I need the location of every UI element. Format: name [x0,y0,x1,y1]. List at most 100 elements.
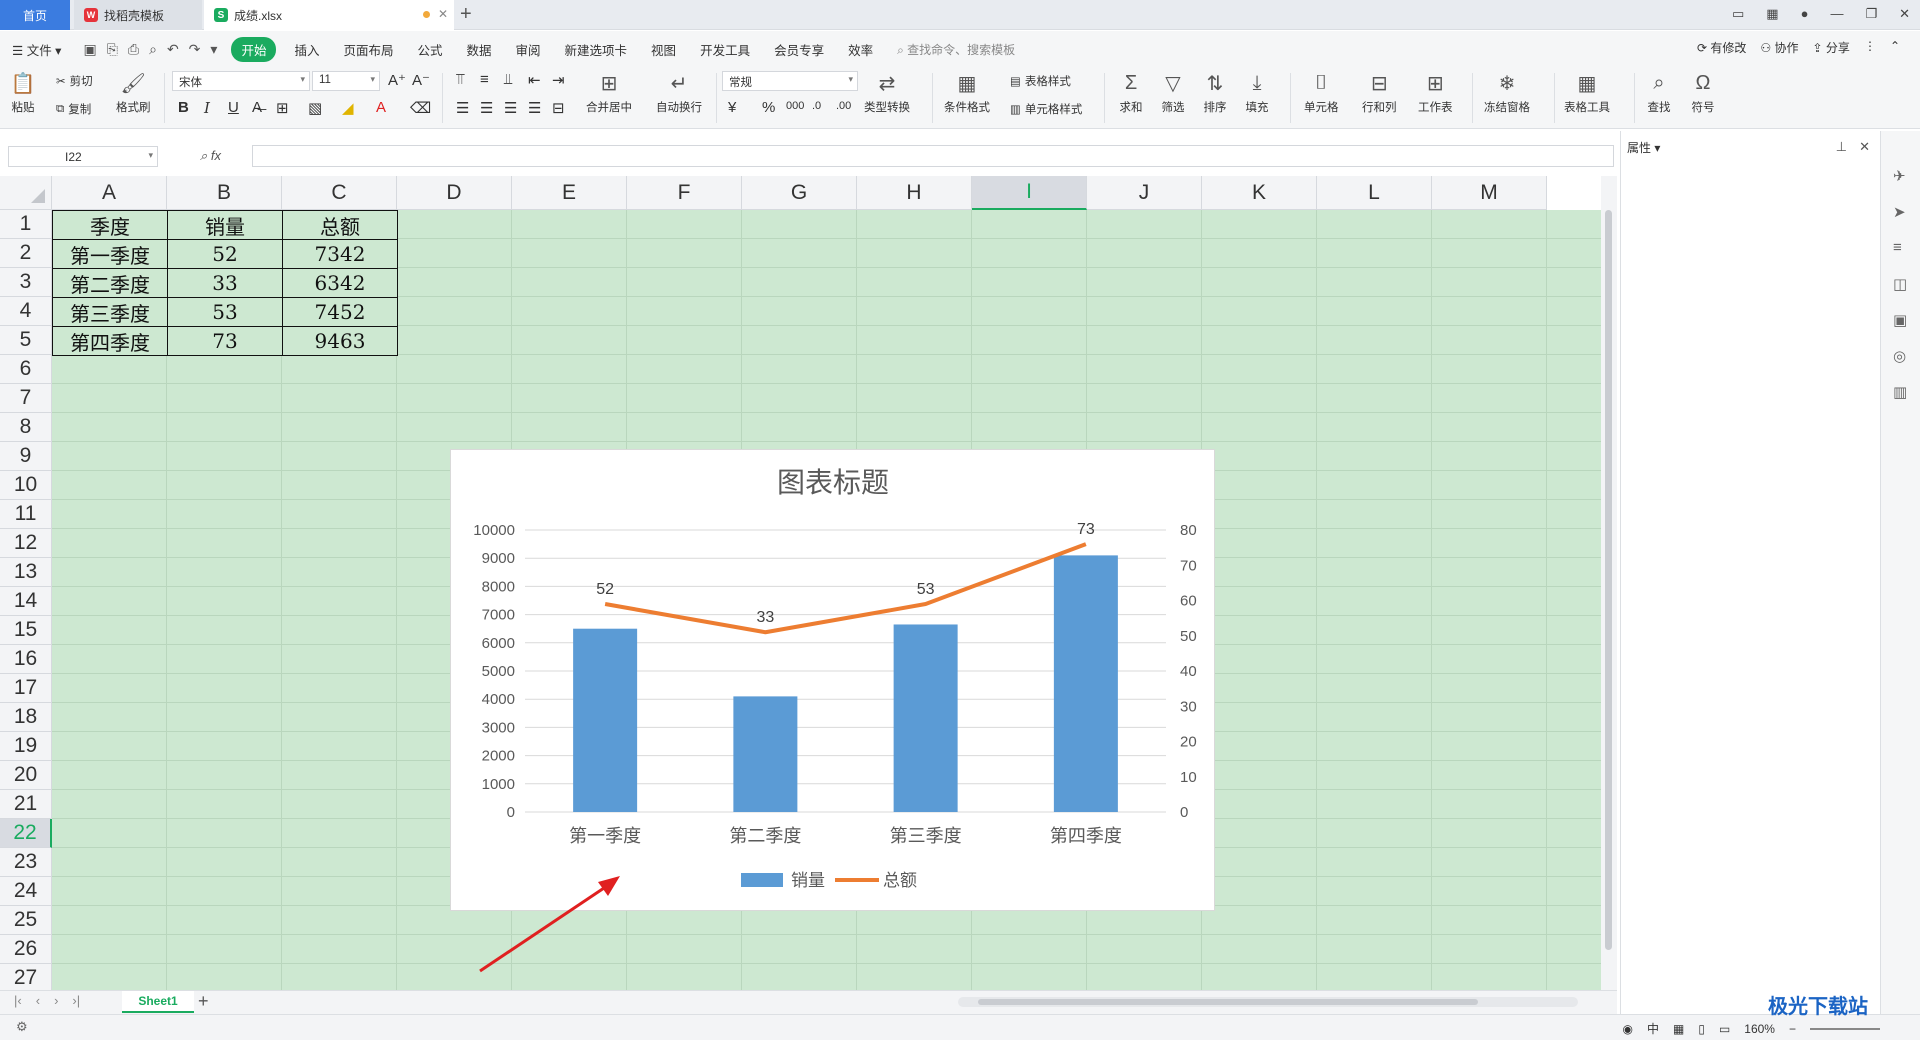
row-header-12[interactable]: 12 [0,529,52,558]
column-header-K[interactable]: K [1202,176,1317,210]
fill-button[interactable]: ⤓ 填充 [1244,71,1270,115]
row-header-3[interactable]: 3 [0,268,52,297]
new-tab-button[interactable]: + [460,3,472,26]
column-header-A[interactable]: A [52,176,167,210]
row-header-26[interactable]: 26 [0,935,52,964]
pin-icon[interactable]: ⊥ [1836,139,1847,155]
align-middle-icon[interactable]: ≡ [480,71,489,88]
row-header-2[interactable]: 2 [0,239,52,268]
worksheet-button[interactable]: ⊞ 工作表 [1418,71,1453,115]
cell-button[interactable]: ⌷ 单元格 [1304,71,1339,115]
column-header-E[interactable]: E [512,176,627,210]
add-sheet-button[interactable]: + [198,991,209,1012]
row-header-19[interactable]: 19 [0,732,52,761]
row-header-24[interactable]: 24 [0,877,52,906]
decrease-decimal-icon[interactable]: .00 [836,100,851,112]
fx-icon[interactable]: ⌕ fx [200,148,221,164]
fill-color-icon[interactable]: ◢ [342,99,354,117]
row-header-22[interactable]: 22 [0,819,52,848]
select-all-button[interactable] [0,176,52,210]
percent-button[interactable]: % [762,99,775,116]
merge-center-button[interactable]: ⊞ 合并居中 [586,71,632,115]
redo-icon[interactable]: ↷ [189,41,201,58]
normal-view-icon[interactable]: ▦ [1673,1022,1684,1036]
menu-member[interactable]: 会员专享 [762,40,836,59]
align-top-icon[interactable]: ⫪ [456,71,464,88]
row-header-4[interactable]: 4 [0,297,52,326]
sort-button[interactable]: ⇅ 排序 [1202,71,1228,115]
cut-button[interactable]: ✂ 剪切 [56,73,93,89]
table-header-cell[interactable]: 季度 [52,210,168,240]
apps-icon[interactable]: ▦ [1766,6,1778,22]
row-header-16[interactable]: 16 [0,645,52,674]
zoom-out-icon[interactable]: − [1789,1022,1796,1036]
column-header-D[interactable]: D [397,176,512,210]
row-header-6[interactable]: 6 [0,355,52,384]
layout-icon[interactable]: ▭ [1732,6,1744,22]
menu-data[interactable]: 数据 [455,40,504,59]
avatar[interactable]: ● [1801,6,1809,22]
export-pdf-icon[interactable]: ⎘ [107,41,118,58]
currency-button[interactable]: ¥ [728,99,736,116]
rocket-icon[interactable]: ✈ [1893,167,1906,185]
symbol-button[interactable]: Ω 符号 [1690,71,1716,115]
page-layout-icon[interactable]: ▯ [1698,1022,1705,1036]
strikethrough-icon[interactable]: A̶ [252,99,262,116]
number-format-select[interactable]: 常规 [722,71,858,91]
column-header-C[interactable]: C [282,176,397,210]
table-cell[interactable]: 9463 [282,326,398,356]
underline-button[interactable]: U [228,99,239,116]
menu-developer[interactable]: 开发工具 [688,40,762,59]
sheet-tab-sheet1[interactable]: Sheet1 [122,991,194,1013]
copy-button[interactable]: ⧉ 复制 [56,101,91,117]
row-header-27[interactable]: 27 [0,964,52,990]
horizontal-scrollbar[interactable] [958,997,1578,1007]
row-header-21[interactable]: 21 [0,790,52,819]
thousands-icon[interactable]: 000 [786,100,804,112]
close-window-icon[interactable]: ✕ [1899,6,1910,22]
close-panel-icon[interactable]: ✕ [1859,139,1870,155]
menu-file[interactable]: ☰ 文件 ▾ [0,40,73,59]
zoom-level[interactable]: 160% [1744,1022,1775,1036]
collapse-ribbon-icon[interactable]: ⌃ [1890,39,1900,56]
table-cell[interactable]: 第四季度 [52,326,168,356]
row-header-15[interactable]: 15 [0,616,52,645]
table-cell[interactable]: 52 [167,239,283,269]
minimize-icon[interactable]: — [1830,6,1843,22]
fill-pattern-icon[interactable]: ▧ [308,99,322,117]
more-icon[interactable]: ▾ [210,41,217,58]
row-header-10[interactable]: 10 [0,471,52,500]
row-col-button[interactable]: ⊟ 行和列 [1362,71,1397,115]
format-painter-button[interactable]: 🖌 格式刷 [116,71,151,115]
decrease-font-icon[interactable]: A⁻ [412,71,430,89]
preview-icon[interactable]: ⌕ [149,41,157,58]
row-header-11[interactable]: 11 [0,500,52,529]
font-size-select[interactable]: 11 [312,71,380,91]
vertical-scrollbar[interactable] [1601,176,1617,990]
row-header-13[interactable]: 13 [0,558,52,587]
restore-icon[interactable]: ❐ [1865,6,1877,22]
distribute-icon[interactable]: ⊟ [552,99,565,117]
row-header-9[interactable]: 9 [0,442,52,471]
combo-chart[interactable]: 图表标题 0 1000 2000 3000 4000 5000 6000 7000 8000 900… [450,449,1215,911]
column-header-G[interactable]: G [742,176,857,210]
share-button[interactable]: ⇪ 分享 [1813,39,1850,56]
save-icon[interactable]: ▣ [83,41,96,58]
row-header-17[interactable]: 17 [0,674,52,703]
table-cell[interactable]: 73 [167,326,283,356]
table-style-button[interactable]: ▤ 表格样式 [1010,73,1071,89]
menu-insert[interactable]: 插入 [282,40,331,59]
tab-template[interactable]: W 找稻壳模板 [74,0,202,30]
vertical-scroll-thumb[interactable] [1605,210,1612,950]
filter-button[interactable]: ▽ 筛选 [1160,71,1186,115]
last-sheet-icon[interactable]: ›| [72,993,80,1008]
increase-font-icon[interactable]: A⁺ [388,71,406,89]
menu-review[interactable]: 审阅 [504,40,553,59]
font-color-icon[interactable]: A [376,99,386,116]
tab-home[interactable]: 首页 [0,0,70,30]
horizontal-scroll-thumb[interactable] [978,999,1478,1005]
shape-icon[interactable]: ◫ [1893,275,1907,293]
image-icon[interactable]: ▣ [1893,311,1907,329]
tab-file[interactable]: S 成绩.xlsx ✕ [204,0,454,30]
table-header-cell[interactable]: 销量 [167,210,283,240]
